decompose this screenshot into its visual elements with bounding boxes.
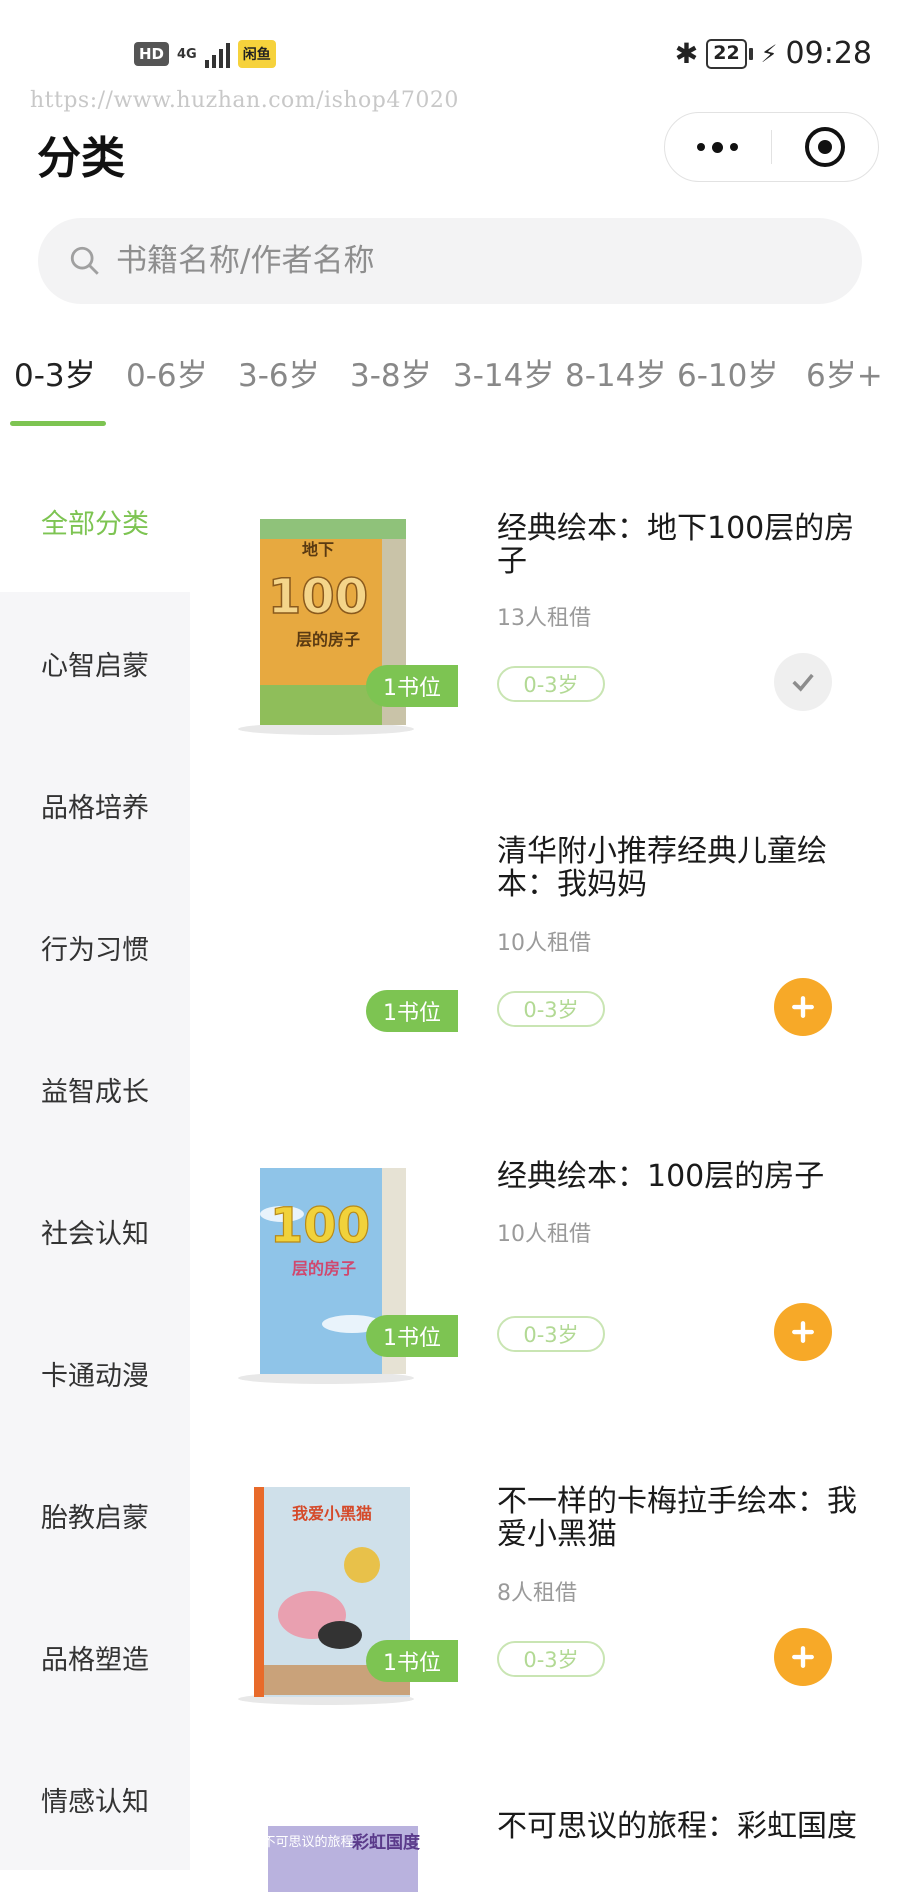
add-to-cart-icon[interactable] xyxy=(774,978,832,1036)
cover-text: 地下 xyxy=(302,540,334,559)
tab-3-6[interactable]: 3-6岁 xyxy=(238,350,320,430)
tab-label: 0-6岁 xyxy=(126,358,208,394)
book-rent-count: 10人租借 xyxy=(497,931,591,956)
book-item[interactable]: 不可思议的旅程 彩虹国度 不可思议的旅程：彩虹国度 xyxy=(190,1800,900,1892)
cover-text: 彩虹国度 xyxy=(351,1832,420,1853)
category-item[interactable]: 品格塑造 xyxy=(0,1586,190,1728)
battery-icon: 22 xyxy=(706,38,753,69)
mini-program-close-icon[interactable] xyxy=(772,127,878,167)
book-cover: 不可思议的旅程 彩虹国度 xyxy=(262,1826,420,1892)
tab-3-8[interactable]: 3-8岁 xyxy=(350,350,432,430)
cover-text: 层的房子 xyxy=(296,630,360,649)
tab-3-14[interactable]: 3-14岁 xyxy=(453,350,554,430)
category-label: 品格塑造 xyxy=(41,1644,149,1676)
book-slot-badge: 1书位 xyxy=(366,1640,458,1682)
search-input[interactable] xyxy=(116,243,816,279)
battery-level: 22 xyxy=(706,38,747,69)
search-icon xyxy=(70,246,99,275)
book-title[interactable]: 经典绘本：100层的房子 xyxy=(497,1160,867,1193)
category-item[interactable]: 行为习惯 xyxy=(0,876,190,1018)
app-badge: 闲鱼 xyxy=(237,40,276,68)
add-to-cart-icon[interactable] xyxy=(774,1303,832,1361)
cover-text: 层的房子 xyxy=(292,1259,356,1278)
tab-label: 3-6岁 xyxy=(238,358,320,394)
status-left: HD 4G 闲鱼 xyxy=(134,40,276,68)
bluetooth-icon: ✱ xyxy=(674,37,699,70)
book-slot-badge: 1书位 xyxy=(366,1315,458,1357)
tab-8-14[interactable]: 8-14岁 xyxy=(565,350,666,430)
tab-label: 8-14岁 xyxy=(565,358,667,394)
category-label: 益智成长 xyxy=(41,1076,149,1108)
book-slot-badge: 1书位 xyxy=(366,665,458,707)
mini-program-capsule xyxy=(664,112,879,182)
selected-check-icon[interactable] xyxy=(774,653,832,711)
watermark: https://www.huzhan.com/ishop47020 xyxy=(30,88,459,113)
add-to-cart-icon[interactable] xyxy=(774,1628,832,1686)
book-item[interactable]: 地下 100 层的房子 1书位 经典绘本：地下100层的房子 13人租借 0-3… xyxy=(190,500,900,800)
network-type: 4G xyxy=(177,46,197,62)
category-item[interactable]: 品格培养 xyxy=(0,734,190,876)
page-title: 分类 xyxy=(37,133,125,184)
category-item[interactable]: 心智启蒙 xyxy=(0,592,190,734)
tab-0-6[interactable]: 0-6岁 xyxy=(126,350,208,430)
cover-text: 100 xyxy=(268,569,368,625)
category-item-all[interactable]: 全部分类 xyxy=(0,450,190,592)
book-item[interactable]: 1书位 清华附小推荐经典儿童绘本：我妈妈 10人租借 0-3岁 xyxy=(190,825,900,1125)
tab-6-plus[interactable]: 6岁+ xyxy=(806,350,883,430)
cover-text: 我爱小黑猫 xyxy=(292,1504,372,1523)
book-age-tag: 0-3岁 xyxy=(497,1641,605,1677)
book-rent-count: 13人租借 xyxy=(497,606,591,631)
book-title[interactable]: 不可思议的旅程：彩虹国度 xyxy=(497,1810,867,1843)
more-dots-icon[interactable] xyxy=(665,141,771,153)
status-right: ✱ 22 ⚡ 09:28 xyxy=(675,36,872,71)
category-label: 心智启蒙 xyxy=(41,650,149,682)
tab-label: 3-14岁 xyxy=(453,358,555,394)
signal-icon xyxy=(204,40,230,68)
book-title[interactable]: 经典绘本：地下100层的房子 xyxy=(497,512,867,578)
category-item[interactable]: 社会认知 xyxy=(0,1160,190,1302)
book-rent-count: 10人租借 xyxy=(497,1222,591,1247)
cover-text: 100 xyxy=(270,1198,370,1254)
search-bar[interactable] xyxy=(38,218,862,304)
book-title[interactable]: 不一样的卡梅拉手绘本：我爱小黑猫 xyxy=(497,1485,867,1551)
category-item[interactable]: 卡通动漫 xyxy=(0,1302,190,1444)
book-rent-count: 8人租借 xyxy=(497,1581,577,1606)
book-age-tag: 0-3岁 xyxy=(497,1316,605,1352)
cover-text: 不可思议的旅程 xyxy=(262,1834,353,1850)
tab-label: 0-3岁 xyxy=(14,358,96,394)
book-age-tag: 0-3岁 xyxy=(497,991,605,1027)
book-title[interactable]: 清华附小推荐经典儿童绘本：我妈妈 xyxy=(497,835,867,901)
category-label: 胎教启蒙 xyxy=(41,1502,149,1534)
category-label: 卡通动漫 xyxy=(41,1360,149,1392)
charging-icon: ⚡ xyxy=(760,39,778,68)
category-label: 品格培养 xyxy=(41,792,149,824)
book-age-tag: 0-3岁 xyxy=(497,666,605,702)
tab-0-3[interactable]: 0-3岁 xyxy=(10,350,106,430)
category-label: 全部分类 xyxy=(41,508,149,540)
hd-badge: HD xyxy=(134,42,170,66)
category-label: 情感认知 xyxy=(41,1786,149,1818)
active-tab-indicator xyxy=(10,421,106,426)
book-item[interactable]: 100 层的房子 1书位 经典绘本：100层的房子 10人租借 0-3岁 xyxy=(190,1150,900,1450)
category-label: 行为习惯 xyxy=(41,934,149,966)
age-tabs: 0-3岁 0-6岁 3-6岁 3-8岁 3-14岁 8-14岁 6-10岁 6岁… xyxy=(0,350,900,430)
clock: 09:28 xyxy=(785,36,872,71)
tab-6-10[interactable]: 6-10岁 xyxy=(677,350,778,430)
tab-label: 3-8岁 xyxy=(350,358,432,394)
category-sidebar: 全部分类 心智启蒙 品格培养 行为习惯 益智成长 社会认知 卡通动漫 胎教启蒙 … xyxy=(0,450,190,1892)
category-item[interactable]: 情感认知 xyxy=(0,1728,190,1870)
category-item[interactable]: 益智成长 xyxy=(0,1018,190,1160)
book-slot-badge: 1书位 xyxy=(366,990,458,1032)
category-item[interactable]: 胎教启蒙 xyxy=(0,1444,190,1586)
category-label: 社会认知 xyxy=(41,1218,149,1250)
tab-label: 6岁+ xyxy=(806,358,883,394)
tab-label: 6-10岁 xyxy=(677,358,779,394)
book-item[interactable]: 我爱小黑猫 1书位 不一样的卡梅拉手绘本：我爱小黑猫 8人租借 0-3岁 xyxy=(190,1475,900,1775)
